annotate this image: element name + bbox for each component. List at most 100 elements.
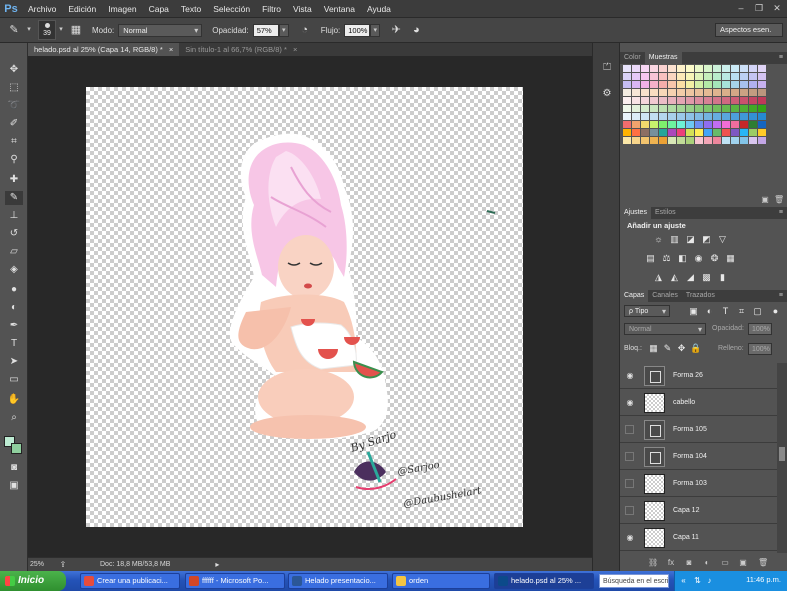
background-color-swatch[interactable] xyxy=(11,443,22,454)
selective-color-icon[interactable]: ▩ xyxy=(701,272,712,283)
color-swatch[interactable] xyxy=(632,113,640,120)
airbrush-icon[interactable]: ✈ xyxy=(386,20,406,40)
color-swatch[interactable] xyxy=(722,129,730,136)
color-swatch[interactable] xyxy=(641,137,649,144)
layer-name[interactable]: Forma 104 xyxy=(673,453,707,460)
menu-vista[interactable]: Vista xyxy=(287,0,318,18)
layer-style-icon[interactable]: fx xyxy=(666,558,676,568)
volume-icon[interactable]: ♪ xyxy=(705,576,714,585)
black-white-icon[interactable]: ◧ xyxy=(677,253,688,264)
tab-channels[interactable]: Canales xyxy=(648,290,682,302)
color-swatch[interactable] xyxy=(659,65,667,72)
color-swatch[interactable] xyxy=(677,137,685,144)
color-swatch[interactable] xyxy=(641,97,649,104)
color-swatch[interactable] xyxy=(668,73,676,80)
lock-image-icon[interactable]: ✎ xyxy=(662,343,673,354)
exposure-icon[interactable]: ◩ xyxy=(701,234,712,245)
lock-transparent-icon[interactable]: ▦ xyxy=(648,343,659,354)
layer-thumbnail[interactable] xyxy=(644,447,665,467)
color-swatch[interactable] xyxy=(758,73,766,80)
color-swatch[interactable] xyxy=(623,89,631,96)
color-swatch[interactable] xyxy=(749,105,757,112)
taskbar-button[interactable]: ffffff - Microsoft Po... xyxy=(185,573,285,589)
color-swatch[interactable] xyxy=(713,73,721,80)
filter-shape-icon[interactable]: ⌗ xyxy=(736,306,747,317)
color-swatch[interactable] xyxy=(695,105,703,112)
color-swatch[interactable] xyxy=(632,137,640,144)
color-lookup-icon[interactable]: ▦ xyxy=(725,253,736,264)
canvas-area[interactable]: By Sarjo @Sarjoo @Daubushelart xyxy=(28,56,592,557)
color-swatch[interactable] xyxy=(695,97,703,104)
color-swatch[interactable] xyxy=(749,129,757,136)
layer-name[interactable]: Capa 11 xyxy=(673,534,699,541)
color-swatch[interactable] xyxy=(641,121,649,128)
color-swatch[interactable] xyxy=(686,105,694,112)
panel-menu-icon[interactable]: ≡ xyxy=(779,52,783,64)
color-swatch[interactable] xyxy=(641,89,649,96)
color-swatch[interactable] xyxy=(641,73,649,80)
color-swatch[interactable] xyxy=(758,105,766,112)
color-swatch[interactable] xyxy=(758,121,766,128)
color-swatch[interactable] xyxy=(677,73,685,80)
color-swatch[interactable] xyxy=(740,97,748,104)
color-swatch[interactable] xyxy=(686,65,694,72)
close-icon[interactable]: ✕ xyxy=(771,2,783,14)
color-swatch[interactable] xyxy=(632,89,640,96)
photoshop-logo[interactable]: Ps xyxy=(0,0,22,18)
taskbar-search-input[interactable]: Búsqueda en el escri xyxy=(599,574,669,588)
menu-edicion[interactable]: Edición xyxy=(62,0,102,18)
move-tool-icon[interactable]: ✥ xyxy=(5,63,23,77)
brightness-icon[interactable]: ☼ xyxy=(653,234,664,245)
quick-selection-tool-icon[interactable]: ✐ xyxy=(5,117,23,131)
tab-sin-titulo[interactable]: Sin título-1 al 66,7% (RGB/8) * × xyxy=(179,43,303,56)
color-swatch[interactable] xyxy=(632,65,640,72)
color-swatch[interactable] xyxy=(713,97,721,104)
color-swatch[interactable] xyxy=(722,121,730,128)
color-swatch[interactable] xyxy=(668,113,676,120)
color-swatch[interactable] xyxy=(704,137,712,144)
color-swatch[interactable] xyxy=(668,65,676,72)
clone-stamp-tool-icon[interactable]: ⊥ xyxy=(5,209,23,223)
color-swatch[interactable] xyxy=(740,105,748,112)
color-swatch[interactable] xyxy=(695,65,703,72)
layer-thumbnail[interactable] xyxy=(644,528,665,548)
color-swatch[interactable] xyxy=(650,89,658,96)
filter-toggle-icon[interactable]: ● xyxy=(770,306,781,317)
layer-row[interactable]: ◉ cabello xyxy=(620,390,777,416)
color-swatch[interactable] xyxy=(695,129,703,136)
minimize-icon[interactable]: – xyxy=(735,2,747,14)
color-swatch[interactable] xyxy=(686,113,694,120)
layer-name[interactable]: Capa 12 xyxy=(673,507,699,514)
new-swatch-icon[interactable]: ▣ xyxy=(760,195,770,205)
layer-kind-filter[interactable]: ρ Tipo xyxy=(624,305,670,318)
color-swatch[interactable] xyxy=(704,81,712,88)
taskbar-button[interactable]: orden xyxy=(392,573,490,589)
path-selection-tool-icon[interactable]: ➤ xyxy=(5,355,23,369)
color-swatch[interactable] xyxy=(713,113,721,120)
color-swatch[interactable] xyxy=(758,137,766,144)
color-swatch[interactable] xyxy=(713,81,721,88)
color-swatch[interactable] xyxy=(650,129,658,136)
layer-row[interactable]: ◉ Capa 11 xyxy=(620,525,777,551)
color-swatch[interactable] xyxy=(740,121,748,128)
color-swatch[interactable] xyxy=(677,129,685,136)
color-swatch[interactable] xyxy=(722,81,730,88)
eye-icon[interactable]: ◉ xyxy=(624,398,636,408)
brush-tool-icon[interactable]: ✎ xyxy=(5,191,23,205)
network-icon[interactable]: ⇅ xyxy=(693,576,702,585)
color-swatch[interactable] xyxy=(731,65,739,72)
color-swatch[interactable] xyxy=(731,121,739,128)
color-swatch[interactable] xyxy=(722,113,730,120)
opacity-input[interactable]: 57% xyxy=(252,23,279,37)
color-swatch[interactable] xyxy=(749,97,757,104)
color-swatch[interactable] xyxy=(704,89,712,96)
color-swatch[interactable] xyxy=(650,121,658,128)
curves-icon[interactable]: ◪ xyxy=(685,234,696,245)
color-swatch[interactable] xyxy=(731,137,739,144)
color-swatch[interactable] xyxy=(677,81,685,88)
zoom-tool-icon[interactable]: ⌕ xyxy=(5,411,23,425)
layer-thumbnail[interactable] xyxy=(644,501,665,521)
levels-icon[interactable]: ▥ xyxy=(669,234,680,245)
color-swatch[interactable] xyxy=(659,97,667,104)
color-swatch[interactable] xyxy=(740,129,748,136)
